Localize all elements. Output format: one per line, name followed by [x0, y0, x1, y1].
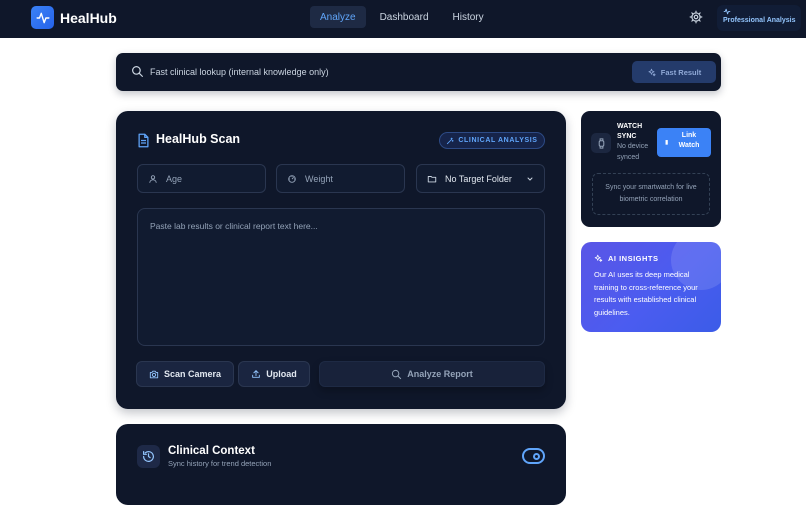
toggle-knob	[533, 453, 540, 460]
ai-insights-card: AI INSIGHTS Our AI uses its deep medical…	[581, 242, 721, 332]
ai-insights-title: AI INSIGHTS	[594, 254, 659, 263]
clinical-analysis-badge: CLINICAL ANALYSIS	[439, 132, 545, 149]
scan-title: HealHub Scan	[156, 132, 241, 146]
watch-sync-title: WATCH SYNC	[617, 122, 657, 141]
brand[interactable]: HealHub	[31, 6, 117, 29]
age-placeholder: Age	[166, 173, 183, 184]
fast-result-button[interactable]: Fast Result	[632, 61, 716, 83]
scan-panel: HealHub Scan CLINICAL ANALYSIS Age Weigh…	[116, 111, 566, 409]
watch-small-icon: ▮	[665, 140, 669, 146]
folder-icon	[427, 175, 437, 182]
clinical-context-title: Clinical Context	[168, 445, 255, 457]
clinical-context-subtitle: Sync history for trend detection	[168, 459, 272, 468]
sync-history-toggle[interactable]	[522, 448, 545, 464]
target-folder-select[interactable]: No Target Folder	[416, 164, 545, 193]
professional-analysis-label: Professional Analysis	[723, 17, 796, 24]
badge-label: CLINICAL ANALYSIS	[458, 137, 538, 144]
history-icon	[137, 445, 160, 468]
folder-value: No Target Folder	[445, 173, 512, 184]
tab-history[interactable]: History	[443, 6, 494, 28]
watch-sync-panel: WATCH SYNC No device synced ▮ Link Watch…	[581, 111, 721, 227]
ai-insights-body: Our AI uses its deep medical training to…	[594, 270, 698, 317]
sparkles-icon	[648, 68, 656, 76]
ai-insights-title-text: AI INSIGHTS	[608, 254, 659, 263]
scan-camera-label: Scan Camera	[163, 369, 222, 379]
professional-analysis-button[interactable]: Professional Analysis	[717, 5, 801, 31]
fast-result-label: Fast Result	[660, 67, 702, 77]
scale-icon	[288, 174, 296, 183]
watch-title-line2: SYNC	[617, 132, 637, 140]
analyze-report-label: Analyze Report	[407, 369, 473, 379]
clinical-context-panel: Clinical Context Sync history for trend …	[116, 424, 566, 505]
gear-icon[interactable]	[689, 10, 703, 24]
link-watch-button[interactable]: ▮ Link Watch	[657, 128, 711, 157]
search-icon	[392, 369, 402, 379]
upload-icon	[252, 370, 261, 378]
watch-status-line2: synced	[617, 153, 640, 161]
chevron-down-icon	[527, 177, 533, 181]
sparkles-icon	[594, 254, 603, 262]
weight-placeholder: Weight	[305, 173, 333, 184]
top-navbar: HealHub Analyze Dashboard History Profes…	[0, 0, 806, 38]
document-icon	[138, 133, 149, 148]
search-icon	[132, 66, 143, 77]
wand-icon	[447, 137, 454, 144]
watch-icon	[591, 133, 611, 153]
tab-dashboard[interactable]: Dashboard	[370, 6, 439, 28]
analyze-report-button[interactable]: Analyze Report	[319, 361, 545, 387]
watch-title-line1: WATCH	[617, 123, 643, 130]
upload-label: Upload	[266, 369, 297, 379]
user-icon	[149, 174, 157, 183]
brand-name: HealHub	[60, 9, 117, 26]
report-textarea[interactable]	[137, 208, 545, 346]
scan-camera-button[interactable]: Scan Camera	[136, 361, 234, 387]
tab-analyze[interactable]: Analyze	[310, 6, 366, 28]
age-field[interactable]: Age	[137, 164, 266, 193]
watch-status-line1: No device	[617, 143, 649, 150]
watch-sync-note: Sync your smartwatch for live biometric …	[592, 173, 710, 215]
pulse-icon	[723, 8, 801, 17]
camera-icon	[149, 370, 159, 378]
pulse-logo-icon	[31, 6, 54, 29]
weight-field[interactable]: Weight	[276, 164, 405, 193]
watch-status: No device synced	[617, 142, 657, 163]
nav-tabs: Analyze Dashboard History	[310, 6, 494, 28]
search-input[interactable]	[150, 61, 620, 83]
upload-button[interactable]: Upload	[238, 361, 310, 387]
fast-lookup-bar: Fast Result	[116, 53, 721, 91]
